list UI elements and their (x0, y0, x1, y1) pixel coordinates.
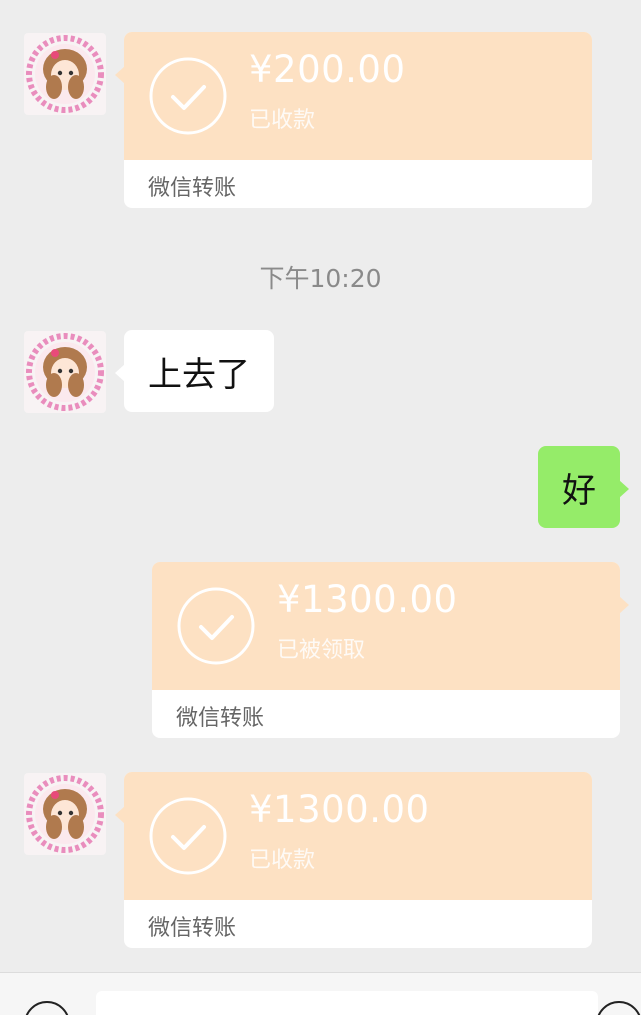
transfer-amount: ¥1300.00 (249, 788, 430, 831)
bubble-tail (619, 480, 629, 498)
transfer-card-top: ¥200.00 已收款 (124, 32, 592, 160)
contact-avatar[interactable] (24, 33, 106, 115)
message-input-bar (0, 972, 641, 1015)
contact-avatar[interactable] (24, 331, 106, 413)
avatar-image (26, 775, 104, 853)
check-circle-icon (149, 797, 227, 875)
avatar-image (26, 35, 104, 113)
transfer-card[interactable]: ¥200.00 已收款 微信转账 (115, 32, 592, 208)
contact-avatar[interactable] (24, 773, 106, 855)
transfer-card-top: ¥1300.00 已被领取 (152, 562, 620, 690)
incoming-text-bubble[interactable]: 上去了 (115, 330, 274, 412)
transfer-amount: ¥200.00 (249, 48, 406, 91)
check-circle-icon (149, 57, 227, 135)
outgoing-text-bubble[interactable]: 好 (538, 446, 629, 528)
avatar-image (26, 333, 104, 411)
voice-icon[interactable] (24, 1001, 70, 1015)
message-text: 上去了 (148, 354, 250, 395)
transfer-status: 已收款 (249, 108, 316, 133)
transfer-card[interactable]: ¥1300.00 已收款 微信转账 (115, 772, 592, 948)
transfer-footer-label: 微信转账 (148, 916, 237, 941)
message-text: 好 (562, 470, 596, 511)
transfer-footer-label: 微信转账 (148, 176, 237, 201)
bubble-tail (115, 364, 125, 382)
check-circle-icon (177, 587, 255, 665)
emoji-icon[interactable] (596, 1001, 641, 1015)
transfer-card[interactable]: ¥1300.00 已被领取 微信转账 (152, 562, 629, 738)
transfer-status: 已收款 (249, 848, 316, 873)
chat-message-list: ¥200.00 已收款 微信转账 下午10:20 上去了 好 ¥1300.00 … (0, 0, 641, 972)
message-timestamp: 下午10:20 (259, 264, 382, 293)
transfer-status: 已被领取 (277, 638, 366, 663)
transfer-footer-label: 微信转账 (176, 706, 265, 731)
bubble-tail (619, 596, 629, 614)
transfer-amount: ¥1300.00 (277, 578, 458, 621)
message-input[interactable] (96, 991, 598, 1015)
transfer-card-top: ¥1300.00 已收款 (124, 772, 592, 900)
